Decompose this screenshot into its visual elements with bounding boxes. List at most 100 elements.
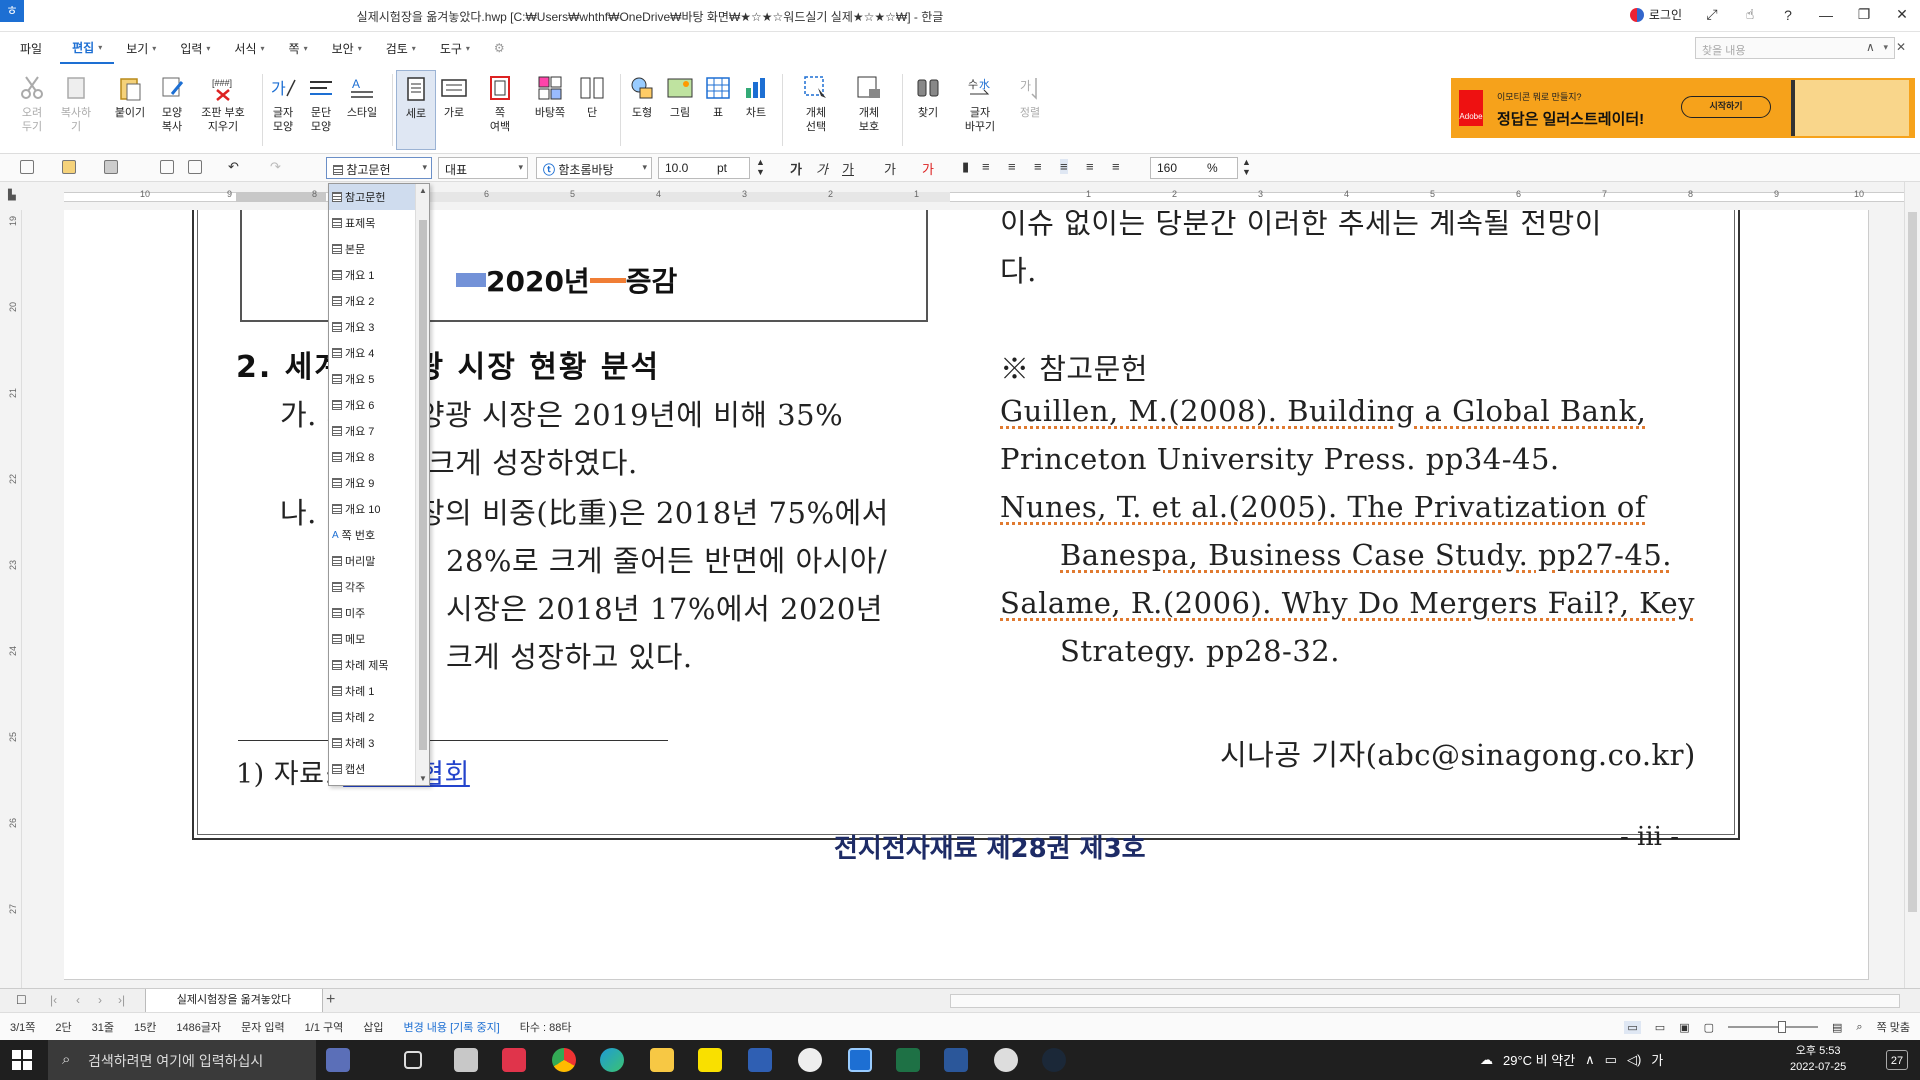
menu-view[interactable]: 보기 ▾ xyxy=(114,32,168,64)
highlight-icon[interactable]: ▮ xyxy=(962,159,969,175)
restore-size-icon[interactable]: ⤢ xyxy=(1704,6,1720,23)
align-justify-icon[interactable]: ≡ xyxy=(982,159,990,174)
kakaotalk-icon[interactable] xyxy=(698,1048,722,1072)
edge-icon[interactable] xyxy=(600,1048,624,1072)
menu-insert[interactable]: 입력 ▾ xyxy=(168,32,222,64)
status-page[interactable]: 3/1쪽 xyxy=(0,1019,45,1035)
redo-icon[interactable]: ↷ xyxy=(270,159,281,175)
touch-icon[interactable]: ☝ xyxy=(1742,6,1758,23)
notification-badge[interactable]: 27 xyxy=(1886,1050,1908,1070)
font-color-icon[interactable]: 가 xyxy=(922,159,934,178)
horizontal-ruler[interactable]: ▙ 10 9 8 7 6 5 4 3 2 1 1 2 3 4 5 6 7 8 9… xyxy=(0,182,1920,210)
chrome-icon[interactable] xyxy=(552,1048,576,1072)
style-select[interactable]: 참고문헌 ▾ xyxy=(326,157,432,179)
bold-icon[interactable]: 가 xyxy=(790,159,802,178)
open-folder-icon[interactable] xyxy=(62,160,76,174)
ime-icon[interactable]: 가 xyxy=(1651,1050,1663,1069)
style-option[interactable]: 개요 3 xyxy=(329,314,429,340)
hwp-taskbar-icon[interactable] xyxy=(848,1048,872,1072)
style-option[interactable]: 캡션 xyxy=(329,756,429,782)
menu-edit[interactable]: 편집 ▾ xyxy=(60,32,115,64)
chart-button[interactable]: 차트 xyxy=(736,70,776,150)
close-doc-icon[interactable]: ✕ xyxy=(1896,40,1906,54)
align-center-icon[interactable]: ≡ xyxy=(1034,159,1042,174)
style-option[interactable]: 표제목 xyxy=(329,210,429,236)
help-icon[interactable]: ? xyxy=(1780,7,1796,23)
menu-format[interactable]: 서식 ▾ xyxy=(222,32,276,64)
file-explorer-icon[interactable] xyxy=(650,1048,674,1072)
news-widget-icon[interactable] xyxy=(326,1048,350,1072)
style-option[interactable]: A쪽 번호 xyxy=(329,522,429,548)
zoom-out-icon[interactable]: ▢ xyxy=(1704,1021,1714,1034)
select-object-button[interactable]: 개체 선택 xyxy=(796,70,836,150)
web-layout-icon[interactable]: ▭ xyxy=(1655,1021,1665,1034)
fit-page-icon[interactable]: ▤ xyxy=(1832,1021,1842,1034)
style-option[interactable]: 개요 10 xyxy=(329,496,429,522)
status-insert-mode[interactable]: 삽입 xyxy=(353,1019,393,1035)
ad-start-button[interactable]: 시작하기 xyxy=(1681,96,1771,118)
clear-codes-button[interactable]: [###] 조판 부호 지우기 xyxy=(198,70,248,150)
vertical-ruler[interactable]: 19 20 21 22 23 24 25 26 27 xyxy=(0,210,22,988)
menu-page[interactable]: 쪽 ▾ xyxy=(277,32,320,64)
last-tab-icon[interactable]: ›| xyxy=(118,993,125,1007)
print-icon[interactable] xyxy=(160,160,174,174)
font-size-input[interactable]: 10.0 pt xyxy=(658,157,750,179)
style-option[interactable]: 차례 제목 xyxy=(329,652,429,678)
network-icon[interactable]: ▭ xyxy=(1605,1052,1617,1068)
columns-button[interactable]: 단 xyxy=(572,70,612,150)
scroll-thumb[interactable] xyxy=(1908,212,1917,912)
style-option[interactable]: 개요 9 xyxy=(329,470,429,496)
style-option[interactable]: 머리말 xyxy=(329,548,429,574)
align-divide-icon[interactable]: ≡ xyxy=(1112,159,1120,174)
add-tab-icon[interactable]: + xyxy=(326,991,335,1009)
style-option[interactable]: 미주 xyxy=(329,600,429,626)
zoom-fit-label[interactable]: 쪽 맞춤 xyxy=(1877,1019,1910,1035)
style-button[interactable]: A 스타일 xyxy=(342,70,382,150)
weather-icon[interactable]: ☁ xyxy=(1480,1052,1493,1068)
close-button[interactable]: ✕ xyxy=(1894,6,1910,23)
para-shape-button[interactable]: 문단 모양 xyxy=(301,70,341,150)
portrait-button[interactable]: 세로 xyxy=(396,70,436,150)
maximize-button[interactable]: ❐ xyxy=(1856,6,1872,23)
zoom-slider-knob[interactable] xyxy=(1778,1021,1786,1033)
zoom-search-icon[interactable]: ⌕ xyxy=(1856,1021,1862,1034)
document-area[interactable]: 2020년 증감 2. 세계 태양광 시장 현황 분석 가. 세계 태양광 시장… xyxy=(22,210,1904,988)
strike-icon[interactable]: 가 xyxy=(884,159,896,178)
horizontal-scrollbar[interactable] xyxy=(950,994,1900,1008)
save-icon[interactable] xyxy=(104,160,118,174)
minimize-button[interactable]: — xyxy=(1818,7,1834,23)
style-option[interactable]: 개요 2 xyxy=(329,288,429,314)
page-margin-button[interactable]: 쪽 여백 xyxy=(480,70,520,150)
paste-button[interactable]: 붙이기 xyxy=(110,70,150,150)
style-option[interactable]: 차례 2 xyxy=(329,704,429,730)
align-distribute-icon[interactable]: ≡ xyxy=(1086,159,1094,174)
style-option[interactable]: 차례 3 xyxy=(329,730,429,756)
style-dropdown-list[interactable]: 참고문헌 표제목 본문 개요 1 개요 2 개요 3 개요 4 개요 5 개요 … xyxy=(328,183,430,786)
align-right-icon[interactable]: ≡ xyxy=(1060,159,1068,174)
store-icon[interactable] xyxy=(454,1048,478,1072)
landscape-button[interactable]: 가로 xyxy=(434,70,474,150)
menu-security[interactable]: 보안 ▾ xyxy=(320,32,374,64)
char-shape-button[interactable]: 가 글자 모양 xyxy=(263,70,303,150)
menu-file[interactable]: 파일 xyxy=(8,32,54,64)
find-button[interactable]: 찾기 xyxy=(908,70,948,150)
undo-icon[interactable]: ↶ xyxy=(228,159,239,175)
collapse-ribbon-icon[interactable]: ∧ xyxy=(1866,40,1875,54)
font-size-stepper[interactable]: ▲ ▼ xyxy=(756,157,765,177)
format-painter-button[interactable]: 모양 복사 xyxy=(152,70,192,150)
master-page-button[interactable]: 바탕쪽 xyxy=(530,70,570,150)
style-option[interactable]: 차례 1 xyxy=(329,678,429,704)
first-tab-icon[interactable]: |‹ xyxy=(50,993,57,1007)
style-option[interactable]: 개요 8 xyxy=(329,444,429,470)
login-button[interactable]: 로그인 xyxy=(1629,6,1682,23)
style-option[interactable]: 개요 6 xyxy=(329,392,429,418)
protect-object-button[interactable]: 개체 보호 xyxy=(849,70,889,150)
volume-icon[interactable]: ◁) xyxy=(1627,1052,1641,1068)
toolbar-customize-icon[interactable]: ⚙ xyxy=(482,32,517,64)
next-tab-icon[interactable]: › xyxy=(98,993,102,1007)
taskbar-search-input[interactable]: ⌕ 검색하려면 여기에 입력하십시 xyxy=(48,1040,316,1080)
align-left-icon[interactable]: ≡ xyxy=(1008,159,1016,174)
style-option[interactable]: 개요 4 xyxy=(329,340,429,366)
picture-button[interactable]: 그림 xyxy=(660,70,700,150)
status-track-changes[interactable]: 변경 내용 [기록 중지] xyxy=(394,1019,510,1035)
